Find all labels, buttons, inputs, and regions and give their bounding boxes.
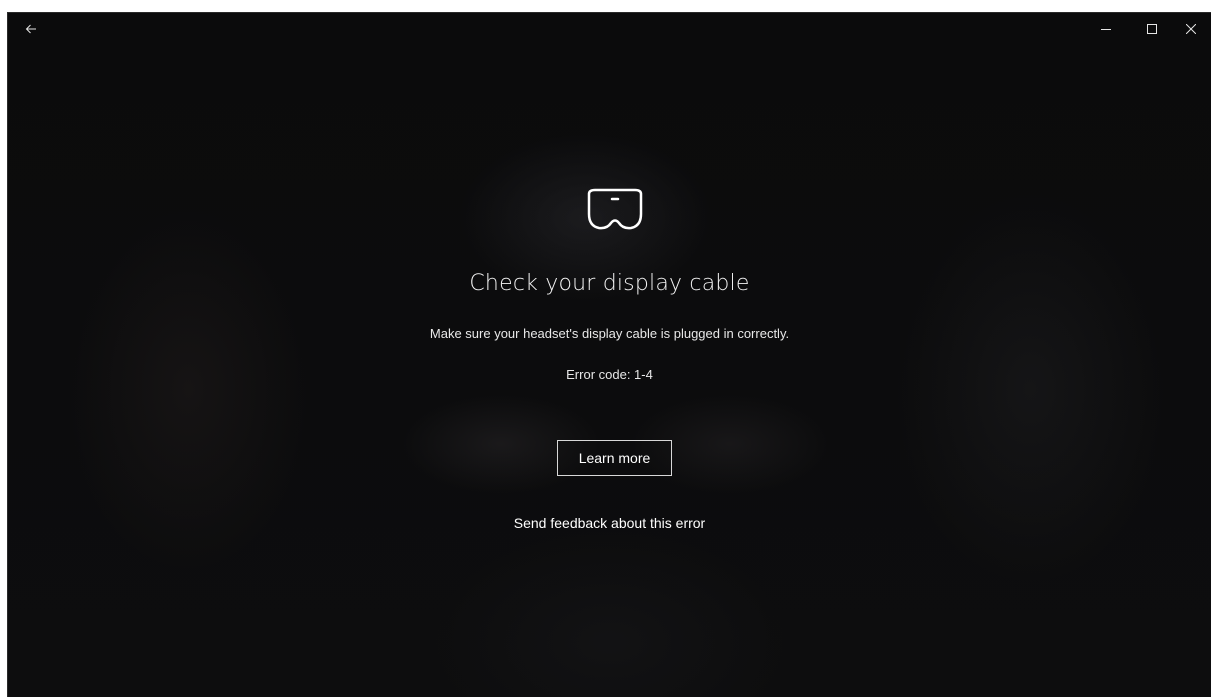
- background-image: [8, 13, 1211, 697]
- vr-headset-icon: [587, 188, 643, 230]
- send-feedback-link[interactable]: Send feedback about this error: [8, 515, 1211, 531]
- minimize-icon: [1101, 29, 1111, 30]
- maximize-button[interactable]: [1129, 13, 1175, 45]
- learn-more-button[interactable]: Learn more: [557, 440, 672, 476]
- app-window: Check your display cable Make sure your …: [8, 13, 1211, 697]
- title-bar: [8, 13, 1211, 45]
- arrow-left-icon: [25, 24, 36, 34]
- minimize-button[interactable]: [1083, 13, 1129, 45]
- page-title: Check your display cable: [469, 271, 750, 296]
- close-button[interactable]: [1171, 13, 1211, 45]
- close-icon: [1186, 24, 1196, 34]
- error-code: Error code: 1-4: [566, 367, 653, 382]
- back-button[interactable]: [8, 13, 54, 45]
- error-message: Make sure your headset's display cable i…: [429, 326, 790, 341]
- send-feedback-label[interactable]: Send feedback about this error: [514, 515, 705, 531]
- maximize-icon: [1147, 24, 1157, 34]
